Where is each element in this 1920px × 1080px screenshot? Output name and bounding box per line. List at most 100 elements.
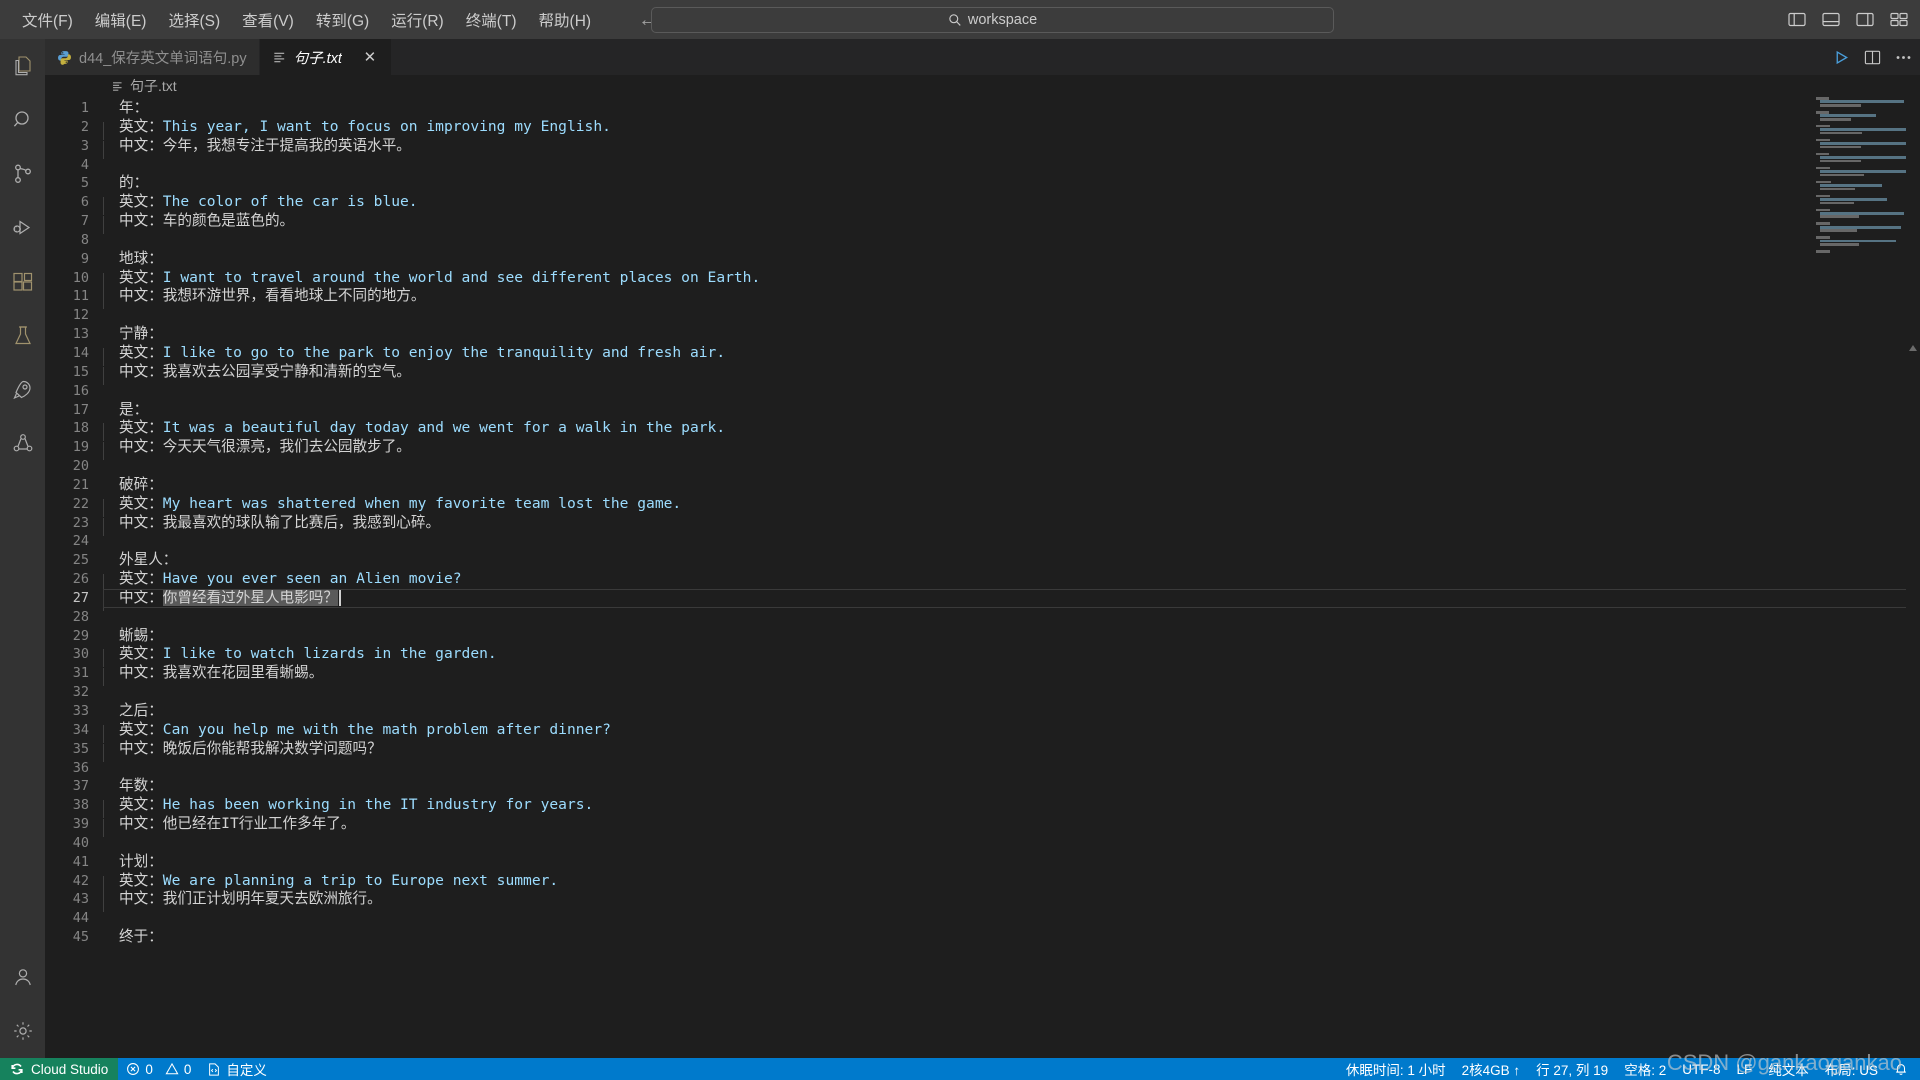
tab-python-file[interactable]: d44_保存英文单词语句.py: [45, 39, 260, 75]
split-editor-icon[interactable]: [1864, 49, 1881, 66]
sidebar-item-explorer[interactable]: [0, 39, 45, 93]
minimap-line: [1820, 103, 1861, 107]
minimap-line: [1820, 187, 1855, 191]
code-line[interactable]: [103, 608, 1920, 627]
breadcrumb[interactable]: 句子.txt: [45, 75, 1920, 97]
toggle-secondary-sidebar-icon[interactable]: [1856, 12, 1874, 27]
sidebar-item-search[interactable]: [0, 93, 45, 147]
line-number: 16: [72, 382, 89, 399]
sidebar-item-source-control[interactable]: [0, 147, 45, 201]
code-line[interactable]: 英文：Have you ever seen an Alien movie?: [103, 570, 1920, 593]
status-cursor-position[interactable]: 行 27, 列 19: [1528, 1058, 1616, 1080]
menu-item-6[interactable]: 终端(T): [455, 6, 528, 34]
sidebar-item-run-and-debug[interactable]: [0, 201, 45, 255]
code-line[interactable]: 地球：: [103, 250, 1920, 269]
code-line[interactable]: [103, 306, 1920, 325]
code-line[interactable]: 中文：今天天气很漂亮，我们去公园散步了。: [103, 438, 1920, 461]
status-keyboard-layout[interactable]: 布局: US: [1817, 1058, 1886, 1080]
accounts-button[interactable]: [0, 950, 45, 1004]
code-line[interactable]: 计划：: [103, 853, 1920, 872]
sidebar-item-remote-explorer[interactable]: [0, 363, 45, 417]
code-line[interactable]: 宁静：: [103, 325, 1920, 344]
code-line[interactable]: 中文：车的颜色是蓝色的。: [103, 212, 1920, 235]
minimap[interactable]: [1814, 97, 1908, 1058]
code-line[interactable]: 终于：: [103, 928, 1920, 947]
menu-item-3[interactable]: 查看(V): [231, 6, 305, 34]
code-line[interactable]: [103, 231, 1920, 250]
sidebar-item-collaboration[interactable]: [0, 417, 45, 471]
code-line[interactable]: [103, 382, 1920, 401]
code-line[interactable]: 的：: [103, 174, 1920, 193]
code-line[interactable]: [103, 683, 1920, 702]
menu-item-0[interactable]: 文件(F): [11, 6, 84, 34]
code-line[interactable]: 英文：He has been working in the IT industr…: [103, 796, 1920, 819]
code-line[interactable]: 英文：My heart was shattered when my favori…: [103, 495, 1920, 517]
code-line[interactable]: 中文：我们正计划明年夏天去欧洲旅行。: [103, 890, 1920, 913]
code-line[interactable]: 中文：我想环游世界，看看地球上不同的地方。: [103, 287, 1920, 310]
code-line[interactable]: [103, 156, 1920, 175]
code-line[interactable]: 中文：今年，我想专注于提高我的英语水平。: [103, 137, 1920, 159]
menu-item-4[interactable]: 转到(G): [305, 6, 380, 34]
manage-settings-button[interactable]: [0, 1004, 45, 1058]
status-problems[interactable]: 0 0: [118, 1058, 199, 1080]
status-bar-right: 休眠时间: 1 小时 2核4GB ↑ 行 27, 列 19 空格: 2 UTF-…: [1338, 1058, 1916, 1080]
status-custom[interactable]: 自定义: [199, 1058, 275, 1080]
code-line[interactable]: 年数：: [103, 777, 1920, 796]
menu-item-1[interactable]: 编辑(E): [84, 6, 158, 34]
code-line[interactable]: 中文：他已经在IT行业工作多年了。: [103, 815, 1920, 838]
code-line[interactable]: [103, 532, 1920, 551]
status-cloud-studio[interactable]: Cloud Studio: [0, 1058, 119, 1080]
code-line[interactable]: 破碎：: [103, 476, 1920, 495]
code-line[interactable]: 英文：It was a beautiful day today and we w…: [103, 419, 1920, 442]
code-line[interactable]: 英文：The color of the car is blue.: [103, 193, 1920, 216]
minimap-line: [1816, 250, 1830, 253]
status-notifications[interactable]: [1886, 1058, 1916, 1080]
run-file-icon[interactable]: [1833, 49, 1850, 66]
sidebar-item-testing[interactable]: [0, 309, 45, 363]
menu-item-7[interactable]: 帮助(H): [528, 6, 603, 34]
code-line[interactable]: [103, 834, 1920, 853]
code-line[interactable]: 蜥蜴：: [103, 627, 1920, 646]
status-eol[interactable]: LF: [1728, 1058, 1760, 1080]
minimap-line: [1814, 163, 1906, 166]
status-machine-spec[interactable]: 2核4GB ↑: [1454, 1058, 1529, 1080]
status-encoding[interactable]: UTF-8: [1674, 1058, 1728, 1080]
more-actions-icon[interactable]: [1895, 49, 1912, 66]
code-line[interactable]: 中文：我喜欢在花园里看蜥蜴。: [103, 664, 1920, 687]
code-line[interactable]: 中文：你曾经看过外星人电影吗？: [103, 588, 1920, 611]
tab-text-file[interactable]: 句子.txt ✕: [259, 39, 392, 75]
menu-item-2[interactable]: 选择(S): [157, 6, 231, 34]
status-language-label: 纯文本: [1768, 1063, 1809, 1078]
code-line[interactable]: 外星人：: [103, 551, 1920, 570]
toggle-panel-icon[interactable]: [1822, 12, 1840, 27]
code-line[interactable]: 英文：Can you help me with the math problem…: [103, 721, 1920, 743]
code-line[interactable]: [103, 909, 1920, 928]
code-line[interactable]: 英文：This year, I want to focus on improvi…: [103, 118, 1920, 140]
customize-layout-icon[interactable]: [1890, 12, 1908, 27]
code-line[interactable]: [103, 759, 1920, 778]
code-line[interactable]: 英文：We are planning a trip to Europe next…: [103, 871, 1920, 894]
sidebar-item-extensions[interactable]: [0, 255, 45, 309]
code-line[interactable]: 英文：I like to go to the park to enjoy the…: [103, 344, 1920, 366]
code-line[interactable]: 年：: [103, 99, 1920, 118]
menu-item-5[interactable]: 运行(R): [380, 6, 455, 34]
close-icon[interactable]: ✕: [361, 48, 379, 66]
command-center-search[interactable]: workspace: [651, 6, 1334, 33]
code-line[interactable]: 英文：I like to watch lizards in the garden…: [103, 645, 1920, 668]
code-content[interactable]: 年： 英文：This year, I want to focus on impr…: [103, 97, 1920, 1058]
scrollbar-thumb[interactable]: [1906, 341, 1920, 355]
code-line[interactable]: 中文：晚饭后你能帮我解决数学问题吗？: [103, 740, 1920, 762]
code-line[interactable]: 是：: [103, 401, 1920, 420]
status-sleep-time[interactable]: 休眠时间: 1 小时: [1338, 1058, 1454, 1080]
code-line[interactable]: 之后：: [103, 702, 1920, 721]
line-label: 英文：: [119, 871, 163, 889]
editor-scrollbar[interactable]: [1906, 97, 1920, 1058]
code-line[interactable]: [103, 457, 1920, 476]
status-indentation[interactable]: 空格: 2: [1616, 1058, 1674, 1080]
code-line[interactable]: 中文：我最喜欢的球队输了比赛后，我感到心碎。: [103, 514, 1920, 536]
status-language-mode[interactable]: 纯文本: [1760, 1058, 1817, 1080]
code-editor[interactable]: 1 2 3 4 5 6 7 8 9 10 11 12 13 14 15 16 17 18 19 20 21 22 23 24 2…: [45, 97, 1920, 1058]
toggle-primary-sidebar-icon[interactable]: [1788, 12, 1806, 27]
code-line[interactable]: 英文：I want to travel around the world and…: [103, 269, 1920, 291]
code-line[interactable]: 中文：我喜欢去公园享受宁静和清新的空气。: [103, 363, 1920, 385]
